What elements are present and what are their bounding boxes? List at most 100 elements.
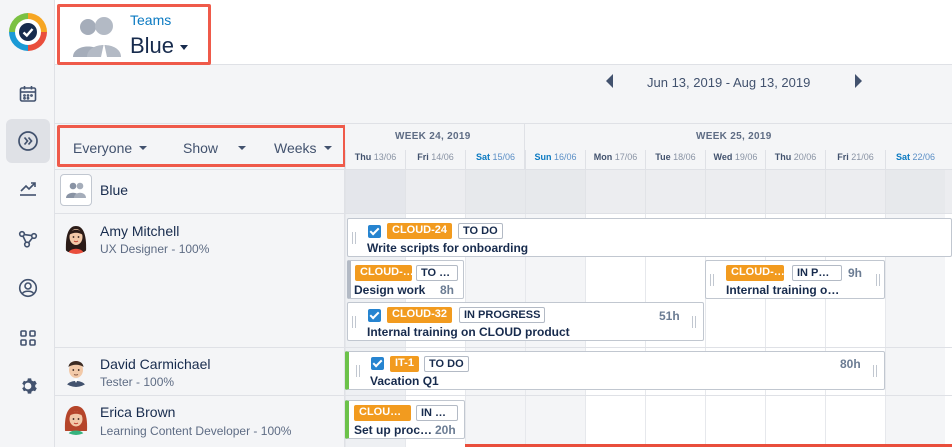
timeline-header: WEEK 24, 2019 WEEK 25, 2019 Thu 13/06 Fr… bbox=[345, 124, 952, 170]
day-header: Thu 13/06 bbox=[345, 150, 405, 170]
day-header: Mon 17/06 bbox=[585, 150, 645, 170]
person-role: UX Designer - 100% bbox=[100, 242, 210, 256]
task-card[interactable]: CLOUD-24 TO DO Write scripts for onboard… bbox=[347, 218, 952, 257]
row-divider bbox=[345, 213, 952, 214]
task-title: Write scripts for onboarding bbox=[367, 241, 529, 255]
chevron-down-icon bbox=[323, 146, 332, 150]
left-rail bbox=[0, 0, 55, 447]
filter-toolbar-highlight: Everyone Show Weeks bbox=[57, 125, 346, 167]
day-header: Fri 14/06 bbox=[405, 150, 465, 170]
day-header: Sat 15/06 bbox=[465, 150, 525, 170]
next-period-icon[interactable] bbox=[855, 74, 862, 88]
task-card[interactable]: IT-1 TO DO 80h Vacation Q1 bbox=[345, 351, 885, 390]
checkbox-icon bbox=[368, 309, 381, 322]
task-title: Design work bbox=[354, 283, 426, 297]
chevron-down-icon bbox=[139, 146, 148, 150]
resize-handle[interactable] bbox=[352, 232, 356, 244]
issue-key-badge[interactable]: CLOUD-32 bbox=[387, 307, 453, 323]
person-row[interactable]: Amy Mitchell UX Designer - 100% bbox=[55, 214, 345, 348]
task-title: Internal training o… bbox=[726, 283, 840, 297]
status-badge: IN … bbox=[416, 405, 458, 421]
person-name: David Carmichael bbox=[100, 356, 211, 372]
forward-circle-icon[interactable] bbox=[6, 119, 50, 163]
team-name-dropdown[interactable]: Blue bbox=[130, 33, 189, 59]
person-name: Erica Brown bbox=[100, 404, 176, 420]
day-header: Sat 22/06 bbox=[885, 150, 945, 170]
issue-key-badge[interactable]: CLOUD-24 bbox=[387, 223, 453, 239]
chevron-down-icon bbox=[238, 146, 247, 150]
issue-key-badge[interactable]: CLOU… bbox=[354, 405, 411, 421]
task-card[interactable]: CLOUD-32 IN PROGRESS 51h Internal traini… bbox=[347, 302, 704, 341]
status-badge: TO … bbox=[416, 265, 458, 281]
day-header: Fri 21/06 bbox=[825, 150, 885, 170]
team-row-band bbox=[345, 170, 952, 213]
resize-handle[interactable] bbox=[710, 274, 714, 286]
issue-key-badge[interactable]: CLOUD-… bbox=[726, 265, 784, 281]
share-nodes-icon[interactable] bbox=[6, 217, 50, 261]
status-badge: TO DO bbox=[458, 223, 503, 239]
resize-handle[interactable] bbox=[352, 316, 356, 328]
issue-key-badge[interactable]: CLOUD-… bbox=[355, 265, 412, 281]
day-header: Thu 20/06 bbox=[765, 150, 825, 170]
everyone-label: Everyone bbox=[73, 140, 133, 156]
checkbox-icon bbox=[368, 225, 381, 238]
person-role: Learning Content Developer - 100% bbox=[100, 424, 292, 438]
resize-handle[interactable] bbox=[692, 316, 696, 328]
date-range-label: Jun 13, 2019 - Aug 13, 2019 bbox=[647, 75, 811, 90]
teams-breadcrumb-link[interactable]: Teams bbox=[130, 12, 171, 28]
team-row[interactable]: Blue bbox=[55, 170, 345, 214]
everyone-dropdown[interactable]: Everyone bbox=[73, 140, 148, 156]
hours-label: 20h bbox=[435, 423, 456, 437]
team-group-icon bbox=[60, 174, 92, 206]
avatar bbox=[60, 355, 92, 387]
calendar-icon[interactable] bbox=[6, 72, 50, 116]
task-card[interactable]: CLOU… IN … Set up proc… 20h bbox=[345, 400, 465, 439]
team-name-label: Blue bbox=[130, 33, 175, 58]
week-label: WEEK 25, 2019 bbox=[696, 131, 772, 142]
day-header: Tue 18/06 bbox=[645, 150, 705, 170]
week-label: WEEK 24, 2019 bbox=[395, 131, 471, 142]
day-header: Wed 19/06 bbox=[705, 150, 765, 170]
user-circle-icon[interactable] bbox=[6, 266, 50, 310]
issue-key-badge[interactable]: IT-1 bbox=[390, 356, 419, 372]
avatar bbox=[60, 222, 92, 254]
weeks-label: Weeks bbox=[274, 140, 317, 156]
hours-label: 80h bbox=[840, 357, 861, 371]
trend-chart-icon[interactable] bbox=[6, 166, 50, 210]
chevron-down-icon bbox=[180, 44, 189, 50]
avatar bbox=[60, 403, 92, 435]
hours-label: 9h bbox=[848, 266, 863, 280]
task-card[interactable]: CLOUD-… TO … Design work 8h bbox=[347, 260, 464, 299]
previous-period-icon[interactable] bbox=[606, 74, 613, 88]
grid-apps-icon[interactable] bbox=[6, 316, 50, 360]
person-row[interactable]: Erica Brown Learning Content Developer -… bbox=[55, 396, 345, 447]
hours-label: 51h bbox=[659, 309, 680, 323]
task-title: Internal training on CLOUD product bbox=[367, 325, 570, 339]
gear-icon[interactable] bbox=[6, 364, 50, 408]
person-row[interactable]: David Carmichael Tester - 100% bbox=[55, 348, 345, 396]
filter-toolbar: Everyone Show Weeks bbox=[55, 124, 346, 170]
resize-handle[interactable] bbox=[876, 274, 880, 286]
date-navigation: Jun 13, 2019 - Aug 13, 2019 bbox=[55, 65, 952, 124]
app-logo-icon[interactable] bbox=[9, 13, 47, 51]
people-list: Blue Amy Mitchell UX Designer - 100% Dav… bbox=[55, 170, 345, 447]
show-label: Show bbox=[183, 140, 219, 156]
person-role: Tester - 100% bbox=[100, 375, 175, 389]
team-selector-highlight[interactable]: Teams Blue bbox=[57, 4, 211, 65]
status-badge: IN PROGRESS bbox=[459, 307, 546, 323]
resize-handle[interactable] bbox=[356, 365, 360, 377]
show-dropdown[interactable]: Show bbox=[183, 140, 247, 156]
row-divider bbox=[345, 395, 952, 396]
status-badge: TO DO bbox=[424, 356, 469, 372]
weeks-dropdown[interactable]: Weeks bbox=[274, 140, 332, 156]
page-header: Teams Blue bbox=[55, 0, 952, 65]
task-title: Vacation Q1 bbox=[370, 374, 439, 388]
person-name: Blue bbox=[100, 182, 129, 198]
task-card[interactable]: CLOUD-… IN P… 9h Internal training o… bbox=[705, 260, 885, 299]
checkbox-icon bbox=[371, 357, 384, 370]
hours-label: 8h bbox=[440, 283, 455, 297]
status-badge: IN P… bbox=[792, 265, 842, 281]
task-title: Set up proc… bbox=[354, 423, 432, 437]
resize-handle[interactable] bbox=[873, 365, 877, 377]
team-avatar-icon bbox=[70, 15, 122, 62]
